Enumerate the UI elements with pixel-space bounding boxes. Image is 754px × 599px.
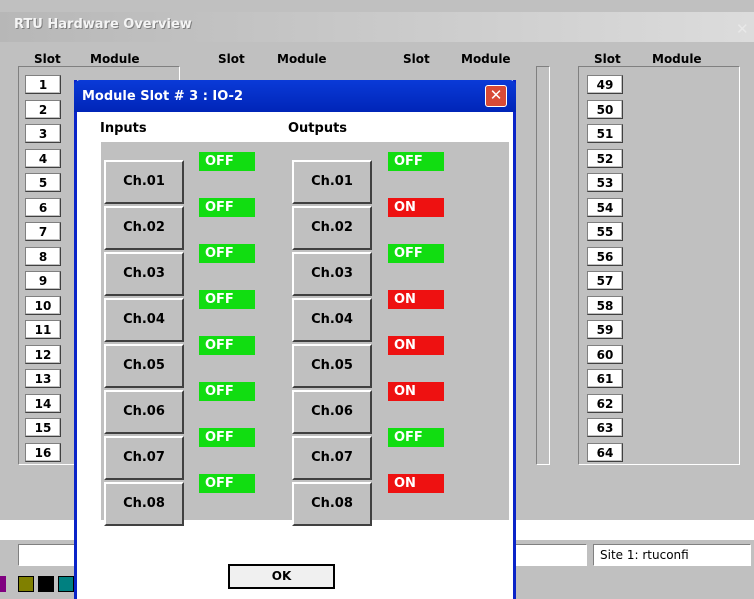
slot-number[interactable]: 54 — [587, 198, 623, 217]
output-channel-button[interactable]: Ch.05 — [292, 344, 372, 388]
close-icon[interactable]: ✕ — [485, 85, 507, 107]
slot-number[interactable]: 8 — [25, 247, 61, 266]
output-status-indicator: OFF — [388, 244, 444, 263]
output-channel-button[interactable]: Ch.01 — [292, 160, 372, 204]
slot-number[interactable]: 56 — [587, 247, 623, 266]
slot-number[interactable]: 16 — [25, 443, 61, 462]
outputs-label: Outputs — [288, 121, 348, 136]
input-channel-button[interactable]: Ch.05 — [104, 344, 184, 388]
slot-number[interactable]: 53 — [587, 173, 623, 192]
input-channel-button[interactable]: Ch.01 — [104, 160, 184, 204]
status-field-site: Site 1: rtuconfi — [593, 544, 751, 566]
window-title-bar: RTU Hardware Overview ✕ — [0, 12, 754, 42]
slot-number[interactable]: 59 — [587, 320, 623, 339]
output-channel-button[interactable]: Ch.07 — [292, 436, 372, 480]
output-status-indicator: OFF — [388, 152, 444, 171]
output-status-indicator: ON — [388, 198, 444, 217]
slot-number[interactable]: 49 — [587, 75, 623, 94]
input-status-indicator: OFF — [199, 198, 255, 217]
slot-number[interactable]: 5 — [25, 173, 61, 192]
slot-number[interactable]: 61 — [587, 369, 623, 388]
input-channel-button[interactable]: Ch.08 — [104, 482, 184, 526]
window-title: RTU Hardware Overview — [14, 17, 192, 32]
slot-number[interactable]: 57 — [587, 271, 623, 290]
close-icon[interactable]: ✕ — [736, 20, 754, 38]
slot-number[interactable]: 10 — [25, 296, 61, 315]
column-header-module: Module — [461, 52, 511, 66]
output-channel-button[interactable]: Ch.06 — [292, 390, 372, 434]
slot-number[interactable]: 1 — [25, 75, 61, 94]
column-header-module: Module — [652, 52, 702, 66]
slot-panel-3-edge — [536, 66, 550, 465]
slot-number[interactable]: 11 — [25, 320, 61, 339]
column-header-module: Module — [277, 52, 327, 66]
slot-number[interactable]: 2 — [25, 100, 61, 119]
output-status-indicator: ON — [388, 474, 444, 493]
input-channel-button[interactable]: Ch.02 — [104, 206, 184, 250]
input-channel-button[interactable]: Ch.04 — [104, 298, 184, 342]
output-channel-button[interactable]: Ch.08 — [292, 482, 372, 526]
input-channel-button[interactable]: Ch.03 — [104, 252, 184, 296]
output-status-indicator: ON — [388, 382, 444, 401]
input-status-indicator: OFF — [199, 428, 255, 447]
column-header-slot: Slot — [34, 52, 61, 66]
column-header-slot: Slot — [218, 52, 245, 66]
dialog-title-bar: Module Slot # 3 : IO-2 ✕ — [74, 80, 516, 112]
slot-number[interactable]: 15 — [25, 418, 61, 437]
input-status-indicator: OFF — [199, 382, 255, 401]
column-header-slot: Slot — [403, 52, 430, 66]
output-status-indicator: ON — [388, 290, 444, 309]
slot-number[interactable]: 13 — [25, 369, 61, 388]
palette-olive-swatch[interactable] — [18, 576, 34, 592]
column-header-slot: Slot — [594, 52, 621, 66]
output-channel-button[interactable]: Ch.03 — [292, 252, 372, 296]
slot-number[interactable]: 60 — [587, 345, 623, 364]
input-channel-button[interactable]: Ch.07 — [104, 436, 184, 480]
slot-number[interactable]: 51 — [587, 124, 623, 143]
slot-number[interactable]: 14 — [25, 394, 61, 413]
palette-purple-swatch[interactable] — [0, 576, 6, 592]
slot-number[interactable]: 55 — [587, 222, 623, 241]
status-field-middle — [515, 544, 587, 566]
input-channel-button[interactable]: Ch.06 — [104, 390, 184, 434]
slot-number[interactable]: 52 — [587, 149, 623, 168]
column-header-module: Module — [90, 52, 140, 66]
input-status-indicator: OFF — [199, 290, 255, 309]
inputs-label: Inputs — [100, 121, 147, 136]
palette-teal-swatch[interactable] — [58, 576, 74, 592]
palette-black-swatch[interactable] — [38, 576, 54, 592]
slot-number[interactable]: 7 — [25, 222, 61, 241]
slot-number[interactable]: 3 — [25, 124, 61, 143]
output-channel-button[interactable]: Ch.02 — [292, 206, 372, 250]
output-status-indicator: OFF — [388, 428, 444, 447]
input-status-indicator: OFF — [199, 244, 255, 263]
input-status-indicator: OFF — [199, 474, 255, 493]
slot-number[interactable]: 6 — [25, 198, 61, 217]
dialog-title: Module Slot # 3 : IO-2 — [82, 89, 244, 104]
slot-number[interactable]: 64 — [587, 443, 623, 462]
ok-button[interactable]: OK — [228, 564, 335, 589]
slot-number[interactable]: 58 — [587, 296, 623, 315]
slot-number[interactable]: 12 — [25, 345, 61, 364]
status-field-left — [18, 544, 76, 566]
slot-number[interactable]: 63 — [587, 418, 623, 437]
slot-number[interactable]: 50 — [587, 100, 623, 119]
output-channel-button[interactable]: Ch.04 — [292, 298, 372, 342]
output-status-indicator: ON — [388, 336, 444, 355]
slot-number[interactable]: 4 — [25, 149, 61, 168]
slot-number[interactable]: 9 — [25, 271, 61, 290]
input-status-indicator: OFF — [199, 152, 255, 171]
slot-number[interactable]: 62 — [587, 394, 623, 413]
input-status-indicator: OFF — [199, 336, 255, 355]
